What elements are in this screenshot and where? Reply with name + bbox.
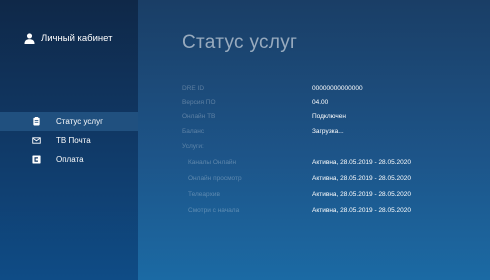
services-heading: Услуги: <box>182 143 204 150</box>
main-panel: Статус услуг DRE ID 00000000000000 Верси… <box>138 0 490 280</box>
clipboard-icon <box>32 117 41 126</box>
services-heading-row: Услуги: <box>182 143 482 155</box>
sidebar-item-status[interactable]: Статус услуг <box>0 112 138 131</box>
sidebar-item-label: Оплата <box>56 155 84 164</box>
info-row: Онлайн ТВ Подключен <box>182 113 482 125</box>
service-status: Активна, 28.05.2019 - 28.05.2020 <box>312 159 411 166</box>
info-label: Версия ПО <box>182 99 216 106</box>
sidebar-nav: Статус услуг ТВ Почта Оплата <box>0 112 138 169</box>
service-row: Каналы Онлайн Активна, 28.05.2019 - 28.0… <box>182 159 482 171</box>
service-label: Онлайн просмотр <box>188 175 242 182</box>
info-value: Подключен <box>312 113 346 120</box>
info-row: Версия ПО 04.00 <box>182 99 482 111</box>
info-label: Баланс <box>182 128 205 135</box>
service-status: Активна, 28.05.2019 - 28.05.2020 <box>312 175 411 182</box>
service-row: Онлайн просмотр Активна, 28.05.2019 - 28… <box>182 175 482 187</box>
service-status: Активна, 28.05.2019 - 28.05.2020 <box>312 207 411 214</box>
page-title: Статус услуг <box>182 32 298 53</box>
info-row: Баланс Загрузка... <box>182 128 482 140</box>
service-row: Телеархив Активна, 28.05.2019 - 28.05.20… <box>182 191 482 203</box>
service-label: Смотри с начала <box>188 207 240 214</box>
profile-link[interactable]: Личный кабинет <box>24 33 112 44</box>
payment-icon <box>32 155 41 164</box>
sidebar-item-tv-mail[interactable]: ТВ Почта <box>0 131 138 150</box>
mail-icon <box>32 136 41 145</box>
info-value: 04.00 <box>312 99 329 106</box>
service-label: Телеархив <box>188 191 220 198</box>
service-row: Смотри с начала Активна, 28.05.2019 - 28… <box>182 207 482 219</box>
profile-label: Личный кабинет <box>41 33 113 44</box>
sidebar-item-label: Статус услуг <box>56 117 104 126</box>
info-value: Загрузка... <box>312 128 344 135</box>
service-label: Каналы Онлайн <box>188 159 237 166</box>
info-label: DRE ID <box>182 85 205 92</box>
info-value: 00000000000000 <box>312 85 363 92</box>
service-status: Активна, 28.05.2019 - 28.05.2020 <box>312 191 411 198</box>
sidebar-item-label: ТВ Почта <box>56 136 91 145</box>
user-icon <box>24 33 35 44</box>
info-row: DRE ID 00000000000000 <box>182 85 482 97</box>
info-label: Онлайн ТВ <box>182 113 216 120</box>
sidebar-item-payment[interactable]: Оплата <box>0 150 138 169</box>
sidebar: Личный кабинет Статус услуг ТВ Почта Опл… <box>0 0 138 280</box>
